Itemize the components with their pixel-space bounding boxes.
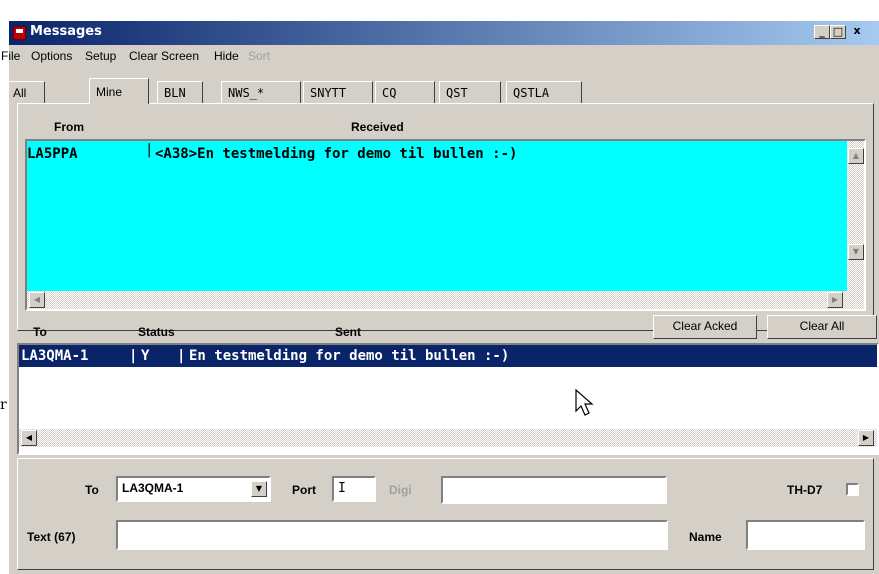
received-row-from: LA5PPA bbox=[27, 146, 78, 162]
sent-hscroll[interactable]: ◀ ▶ bbox=[19, 429, 877, 447]
tab-mine[interactable]: Mine bbox=[89, 78, 149, 104]
sent-row-separator-2: | bbox=[177, 348, 186, 364]
chevron-down-icon[interactable]: ▼ bbox=[251, 481, 267, 497]
received-from-header: From bbox=[54, 120, 84, 134]
sent-to-header: To bbox=[33, 325, 47, 339]
tab-qstla[interactable]: QSTLA bbox=[506, 81, 582, 103]
menu-file[interactable]: File bbox=[1, 49, 20, 63]
th-d7-label: TH-D7 bbox=[787, 483, 823, 497]
compose-panel bbox=[17, 458, 874, 570]
close-button[interactable]: x bbox=[849, 25, 865, 39]
name-input[interactable] bbox=[746, 520, 865, 550]
menu-options[interactable]: Options bbox=[31, 49, 72, 63]
sent-row-to: LA3QMA-1 bbox=[21, 348, 89, 364]
menu-sort: Sort bbox=[248, 49, 271, 63]
menu-setup[interactable]: Setup bbox=[85, 49, 116, 63]
scroll-right-icon[interactable]: ▶ bbox=[827, 292, 843, 308]
received-hscroll[interactable]: ◀ ▶ bbox=[27, 291, 864, 309]
sent-status-header: Status bbox=[138, 325, 175, 339]
received-vscroll[interactable]: ▲ ▼ bbox=[847, 141, 864, 291]
name-label: Name bbox=[689, 530, 722, 544]
mouse-cursor-icon bbox=[575, 389, 594, 416]
port-value: I bbox=[338, 481, 346, 496]
messages-window: Messages _ □ x File Options Setup Clear … bbox=[1, 21, 879, 574]
to-value: LA3QMA-1 bbox=[122, 481, 184, 495]
tab-nws[interactable]: NWS_* bbox=[221, 81, 301, 103]
scroll-right-icon[interactable]: ▶ bbox=[858, 430, 874, 446]
sent-row-status: Y bbox=[141, 348, 150, 364]
received-received-header: Received bbox=[351, 120, 404, 134]
received-row-separator: | bbox=[145, 142, 154, 158]
text-input[interactable] bbox=[116, 520, 668, 550]
menu-hide[interactable]: Hide bbox=[214, 49, 239, 63]
tab-snytt[interactable]: SNYTT bbox=[303, 81, 373, 103]
clear-all-button[interactable]: Clear All bbox=[767, 315, 877, 339]
sent-row[interactable]: LA3QMA-1 | Y | En testmelding for demo t… bbox=[19, 345, 877, 367]
tab-all[interactable]: All bbox=[7, 81, 45, 103]
port-label: Port bbox=[292, 483, 316, 497]
clear-acked-button[interactable]: Clear Acked bbox=[653, 315, 757, 339]
received-list[interactable]: LA5PPA | <A38>En testmelding for demo ti… bbox=[25, 139, 866, 311]
title-bar[interactable]: Messages _ □ x bbox=[9, 21, 879, 45]
to-combobox[interactable]: LA3QMA-1 ▼ bbox=[116, 476, 271, 502]
digi-label: Digi bbox=[389, 483, 412, 497]
scroll-left-icon[interactable]: ◀ bbox=[21, 430, 37, 446]
tab-bln[interactable]: BLN bbox=[157, 81, 203, 103]
maximize-button[interactable]: □ bbox=[830, 25, 846, 39]
scroll-up-icon[interactable]: ▲ bbox=[848, 148, 864, 164]
digi-field[interactable] bbox=[441, 476, 667, 504]
scroll-down-icon[interactable]: ▼ bbox=[848, 244, 864, 260]
text-label: Text (67) bbox=[27, 530, 76, 544]
scroll-left-icon[interactable]: ◀ bbox=[29, 292, 45, 308]
menu-clear-screen[interactable]: Clear Screen bbox=[129, 49, 199, 63]
sent-row-text: En testmelding for demo til bullen :-) bbox=[189, 348, 510, 364]
edge-glyph: r bbox=[0, 397, 7, 413]
tab-qst[interactable]: QST bbox=[439, 81, 501, 103]
received-row-text: <A38>En testmelding for demo til bullen … bbox=[155, 146, 518, 162]
to-label: To bbox=[85, 483, 99, 497]
sent-list[interactable]: LA3QMA-1 | Y | En testmelding for demo t… bbox=[17, 343, 879, 455]
th-d7-checkbox[interactable] bbox=[846, 483, 859, 496]
sent-sent-header: Sent bbox=[335, 325, 362, 339]
tab-cq[interactable]: CQ bbox=[375, 81, 435, 103]
minimize-button[interactable]: _ bbox=[814, 25, 830, 39]
app-icon bbox=[13, 26, 26, 40]
window-title: Messages bbox=[30, 24, 102, 39]
sent-row-separator: | bbox=[129, 348, 138, 364]
port-field[interactable]: I bbox=[332, 476, 376, 502]
